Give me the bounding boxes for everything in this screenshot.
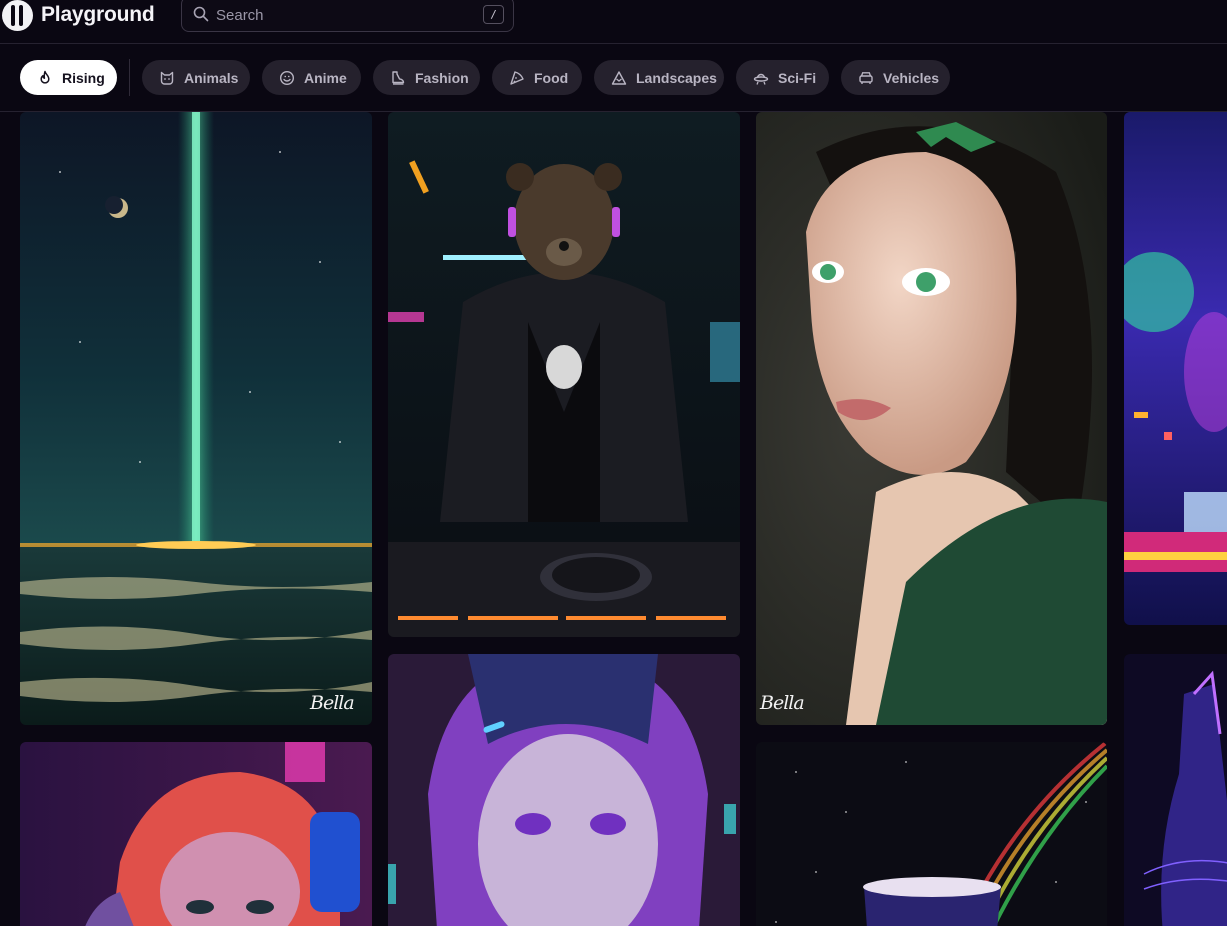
cyberpunk-girl-image [20,742,372,926]
gallery-image-card[interactable] [388,654,740,926]
category-chip-rising[interactable]: Rising [20,60,117,95]
ocean-beam-image [20,112,372,725]
category-label: Animals [184,69,239,86]
category-chip-sci-fi[interactable]: Sci-Fi [736,60,829,95]
top-bar: Playground / [0,0,1227,44]
anime-girl-image [388,654,740,926]
cat-icon [160,71,174,85]
playground-logo-icon [2,0,33,31]
artist-signature: Bella [310,692,355,714]
boot-icon [392,70,405,85]
flame-icon [40,70,50,84]
category-chip-landscapes[interactable]: Landscapes [594,60,724,95]
gallery-image-card[interactable] [756,742,1107,926]
search-icon [193,6,209,22]
neon-cat-image [1124,654,1227,926]
gallery-image-card[interactable] [1124,654,1227,926]
search-shortcut-badge: / [483,5,504,24]
gallery-image-card[interactable] [20,742,372,926]
gallery-image-card[interactable]: Bella [20,112,372,725]
category-label: Anime [304,69,347,86]
logo[interactable]: Playground [2,0,155,31]
mountain-icon [611,70,627,85]
search-input[interactable] [216,5,456,25]
neon-city-image [1124,112,1227,625]
galaxy-drink-image [756,742,1107,926]
category-chip-fashion[interactable]: Fashion [373,60,480,95]
category-bar: Rising Animals Anime Fashion Food Landsc… [0,44,1227,112]
smiley-icon [279,70,295,85]
pizza-slice-icon [510,70,524,85]
artist-signature: Bella [760,692,805,714]
category-chip-food[interactable]: Food [492,60,582,95]
category-chip-animals[interactable]: Animals [142,60,250,95]
category-divider [129,59,130,96]
category-label: Fashion [415,69,469,86]
search-box[interactable]: / [181,0,514,32]
bear-dj-image [388,112,740,637]
category-label: Sci-Fi [778,69,817,86]
category-chip-anime[interactable]: Anime [262,60,361,95]
category-chip-vehicles[interactable]: Vehicles [841,60,950,95]
category-label: Rising [62,69,105,86]
category-label: Vehicles [883,69,940,86]
gallery-image-card[interactable] [1124,112,1227,625]
category-label: Food [534,69,569,86]
app-name: Playground [41,3,155,26]
gallery-image-card[interactable]: Bella [756,112,1107,725]
ufo-icon [753,73,769,85]
gallery-image-card[interactable] [388,112,740,637]
category-label: Landscapes [636,69,717,86]
car-icon [859,71,873,84]
woman-portrait-image [756,112,1107,725]
